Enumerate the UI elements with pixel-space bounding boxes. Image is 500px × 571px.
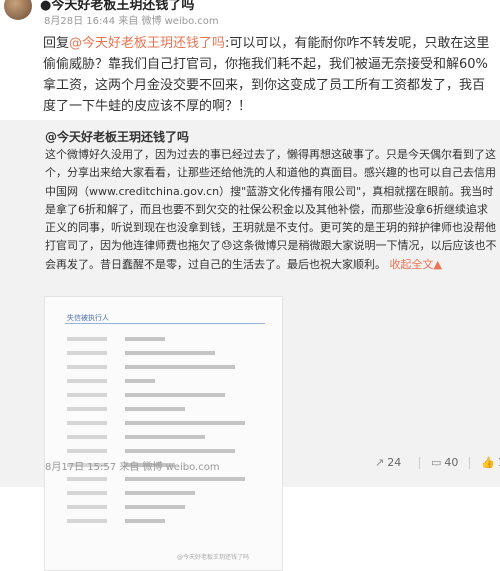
document-row-value bbox=[125, 435, 205, 439]
document-row-label bbox=[67, 407, 107, 411]
document-row-label bbox=[67, 351, 107, 355]
original-text: 这个微博好久没用了，因为过去的事已经过去了，懒得再想这破事了。只是今天偶尔看到了… bbox=[45, 146, 497, 274]
document-row-value bbox=[125, 505, 185, 509]
like-button[interactable]: 👍1 bbox=[481, 456, 500, 469]
original-post-time[interactable]: 8月17日 15:57 来自 微博 weibo.com bbox=[45, 458, 220, 473]
repost-footer: 8月17日 15:57 来自 微博 weibo.com ↗24 ▭40 👍1 bbox=[45, 456, 500, 473]
document-row-value bbox=[125, 351, 215, 355]
document-row-value bbox=[125, 337, 165, 341]
repost-button[interactable]: ↗ 24 bbox=[375, 456, 401, 469]
comment-count: 40 bbox=[444, 456, 459, 469]
reply-text: 回复@今天好老板王玥还钱了吗:可以可以，有能耐你咋不转发呢，只敢在这里偷偷威胁？… bbox=[43, 33, 495, 117]
image-watermark: @今天好老板王玥还钱了吗 bbox=[177, 554, 250, 561]
document-row-label bbox=[67, 365, 107, 369]
reposted-weibo: @今天好老板王玥还钱了吗 这个微博好久没用了，因为过去的事已经过去了，懒得再想这… bbox=[0, 120, 500, 571]
document-row-label bbox=[67, 393, 107, 397]
repost-icon: ↗ bbox=[375, 456, 385, 469]
document-row-label bbox=[67, 449, 107, 453]
footer-divider bbox=[419, 457, 420, 469]
repost-count: 24 bbox=[387, 456, 402, 469]
document-row-value bbox=[125, 477, 245, 481]
document-row-value bbox=[125, 407, 185, 411]
document-row-label bbox=[67, 435, 107, 439]
document-row-value bbox=[125, 365, 235, 369]
document-row-value bbox=[125, 421, 245, 425]
comment-icon: ▭ bbox=[431, 456, 442, 469]
document-title-rule bbox=[65, 323, 265, 324]
document-row-value bbox=[125, 393, 225, 397]
attached-document-image[interactable]: 失信被执行人 @今天好老板王玥还钱了吗 bbox=[44, 296, 283, 571]
document-title: 失信被执行人 bbox=[67, 314, 109, 322]
avatar[interactable] bbox=[4, 0, 32, 20]
document-row-value bbox=[125, 379, 155, 383]
post-meta: 8月28日 16:44 来自 微博 weibo.com bbox=[44, 16, 219, 27]
document-row-label bbox=[67, 421, 107, 425]
document-row-value bbox=[125, 491, 195, 495]
original-text-part1: 这个微博好久没用了，因为过去的事已经过去了，懒得再想这破事了。只是今天偶尔看到了… bbox=[45, 148, 496, 253]
comment-button[interactable]: ▭ 40 bbox=[431, 456, 458, 469]
document-row-label bbox=[67, 477, 107, 481]
document-row-label bbox=[67, 491, 107, 495]
document-row-label bbox=[67, 505, 107, 509]
post-header: ●今天好老板王玥还钱了吗 8月28日 16:44 来自 微博 weibo.com bbox=[0, 0, 500, 32]
document-row-value bbox=[125, 519, 165, 523]
like-icon: 👍 bbox=[481, 456, 495, 469]
collapse-arrow-icon: ▲ bbox=[433, 257, 442, 271]
reply-prefix: 回复 bbox=[43, 36, 70, 51]
reply-mention-link[interactable]: @今天好老板王玥还钱了吗 bbox=[69, 36, 225, 51]
sweat-emoji: 😓 bbox=[221, 239, 233, 253]
document-row-value bbox=[125, 449, 235, 453]
collapse-full-text-link[interactable]: 收起全文 bbox=[390, 258, 434, 271]
document-row-label bbox=[67, 519, 107, 523]
document-row-label bbox=[67, 379, 107, 383]
footer-divider bbox=[469, 457, 470, 469]
document-row-label bbox=[67, 337, 107, 341]
original-author-link[interactable]: @今天好老板王玥还钱了吗 bbox=[45, 128, 189, 145]
